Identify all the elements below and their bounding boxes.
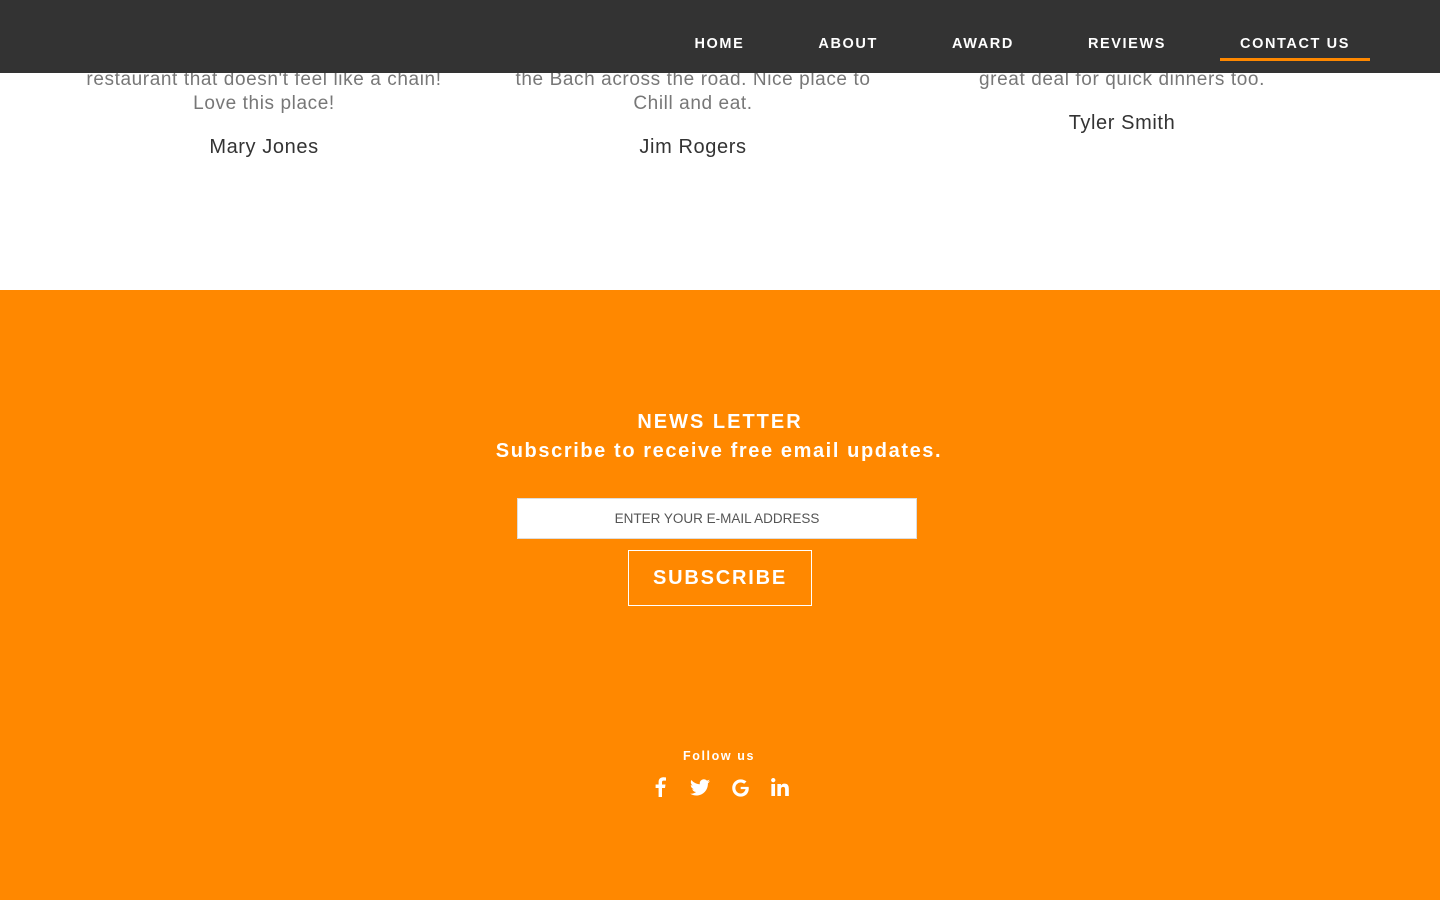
nav-award[interactable]: AWARD	[932, 0, 1034, 61]
subscribe-button[interactable]: SUBSCRIBE	[628, 550, 812, 606]
twitter-icon[interactable]	[689, 776, 711, 798]
top-navbar: HOME ABOUT AWARD REVIEWS CONTACT US	[0, 0, 1440, 73]
nav-about[interactable]: ABOUT	[798, 0, 898, 61]
nav-reviews[interactable]: REVIEWS	[1068, 0, 1186, 61]
newsletter-footer: NEWS LETTER Subscribe to receive free em…	[0, 290, 1440, 900]
main-nav: HOME ABOUT AWARD REVIEWS CONTACT US	[640, 0, 1370, 73]
review-card: restaurant that doesn't feel like a chai…	[64, 68, 464, 159]
newsletter-title: NEWS LETTER	[637, 411, 803, 433]
review-author: Tyler Smith	[1068, 112, 1176, 134]
review-text: restaurant that doesn't feel like a chai…	[86, 69, 442, 114]
review-text: the Bach across the road. Nice place to …	[515, 69, 871, 114]
nav-home[interactable]: HOME	[674, 0, 764, 61]
social-links	[0, 776, 1440, 798]
email-input[interactable]	[517, 498, 917, 539]
linkedin-icon[interactable]	[769, 776, 791, 798]
review-author: Mary Jones	[209, 136, 319, 158]
nav-contact-us[interactable]: CONTACT US	[1220, 0, 1370, 61]
review-card: great deal for quick dinners too. Tyler …	[922, 68, 1322, 135]
facebook-icon[interactable]	[649, 776, 671, 798]
review-card: the Bach across the road. Nice place to …	[493, 68, 893, 159]
google-icon[interactable]	[729, 776, 751, 798]
review-author: Jim Rogers	[639, 136, 747, 158]
newsletter-subtitle: Subscribe to receive free email updates.	[495, 440, 943, 462]
follow-us-label: Follow us	[682, 749, 756, 763]
